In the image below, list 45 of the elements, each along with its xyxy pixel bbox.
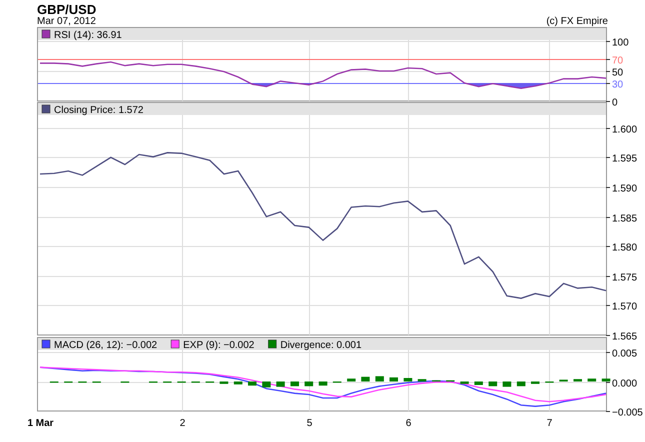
- tick-mark: [606, 157, 610, 158]
- tick-mark: [606, 305, 610, 306]
- axis-label: 7: [546, 418, 552, 429]
- tick-mark: [606, 128, 610, 129]
- tick-mark: [606, 352, 610, 353]
- axis-label: 70: [612, 56, 624, 66]
- axis-label: 1.585: [612, 214, 638, 224]
- tick-mark: [606, 101, 610, 102]
- legend-label: Closing Price: 1.572: [54, 105, 144, 116]
- credit-label: (c) FX Empire: [546, 16, 608, 27]
- tick-mark: [606, 41, 610, 42]
- chart-title: GBP/USD: [37, 3, 98, 16]
- axis-label: 1.595: [612, 154, 638, 164]
- axis-label: 5: [306, 418, 312, 429]
- date-label: Mar 07, 2012: [37, 16, 96, 27]
- axis-label: 1.570: [612, 302, 638, 312]
- axis-label: 2: [180, 418, 186, 429]
- axis-label: 30: [612, 80, 624, 90]
- tick-mark: [606, 411, 610, 412]
- tick-mark: [606, 71, 610, 72]
- tick-mark: [606, 83, 610, 84]
- axis-label: 6: [406, 418, 412, 429]
- axis-label: 1.575: [612, 272, 638, 284]
- axis-label: 1.600: [612, 124, 638, 136]
- axis-label: 1 Mar: [27, 418, 54, 429]
- axis-label: 1.580: [612, 242, 638, 254]
- legend-label: MACD (26, 12): −0.002: [54, 340, 158, 351]
- tick-mark: [606, 276, 610, 277]
- tick-mark: [606, 335, 610, 336]
- tick-mark: [606, 217, 610, 218]
- legend-label: EXP (9): −0.002: [183, 340, 254, 351]
- tick-mark: [606, 59, 610, 60]
- axis-label: 0: [612, 98, 618, 108]
- axis-label: 100: [612, 38, 629, 48]
- axis-label: 0.005: [612, 348, 638, 360]
- legend-label: RSI (14): 36.91: [54, 30, 122, 41]
- tick-mark: [606, 246, 610, 247]
- axis-label: 50: [612, 68, 624, 78]
- legend-label: Divergence: 0.001: [280, 340, 362, 351]
- tick-mark: [606, 187, 610, 188]
- tick-mark: [606, 382, 610, 383]
- axis-label: 1.565: [612, 332, 638, 342]
- axis-label: −0.005: [612, 408, 643, 418]
- axis-label: 0.000: [612, 378, 638, 390]
- axis-label: 1.590: [612, 184, 638, 194]
